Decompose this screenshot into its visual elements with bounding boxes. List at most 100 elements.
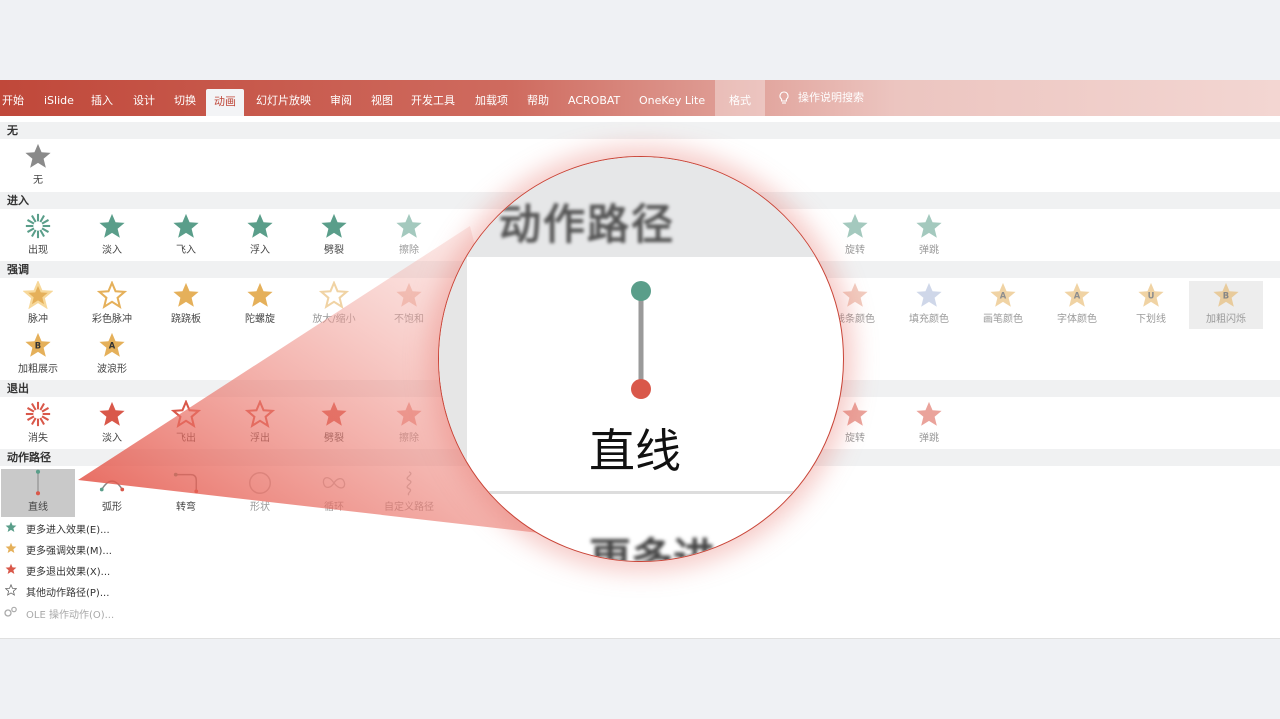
star-green-icon [25, 213, 51, 239]
magnified-more-text: 更多进 [589, 534, 716, 562]
gallery-item-label: 填充颜色 [909, 314, 949, 325]
tab-acrobat[interactable]: ACROBAT [568, 80, 620, 116]
tab-home[interactable]: 开始 [2, 80, 24, 116]
star-red-icon [4, 563, 18, 583]
gallery-item-label: 画笔颜色 [983, 314, 1023, 325]
gallery-item[interactable]: U 下划线 [1114, 281, 1188, 329]
gallery-item[interactable]: 劈裂 [297, 212, 371, 260]
tab-developer[interactable]: 开发工具 [411, 80, 455, 116]
star-green-icon [916, 213, 942, 238]
gallery-item[interactable]: 形状 [223, 469, 297, 517]
gallery-item-label: 脉冲 [28, 314, 48, 325]
gallery-item[interactable]: 弹跳 [892, 400, 966, 448]
gallery-item[interactable]: 循环 [297, 469, 371, 517]
more-emphasis-effects[interactable]: 更多强调效果(M)... [0, 542, 300, 562]
gallery-item[interactable]: 不饱和 [372, 281, 446, 329]
gallery-item[interactable]: 直线 [1, 469, 75, 517]
svg-text:B: B [1223, 291, 1229, 301]
tab-transitions[interactable]: 切换 [174, 80, 196, 116]
star-outline-icon [4, 583, 18, 604]
gallery-item[interactable]: 跷跷板 [149, 281, 223, 329]
more-exit-label: 更多退出效果(X)... [26, 567, 111, 578]
star-gold-icon [247, 282, 273, 307]
gallery-item[interactable]: A 画笔颜色 [966, 281, 1040, 329]
star-red-icon [99, 401, 125, 426]
star-green-icon [99, 213, 125, 238]
gallery-item[interactable]: 擦除 [372, 212, 446, 260]
star-green-icon [321, 213, 347, 238]
ole-action-verbs[interactable]: OLE 操作动作(O)... [0, 606, 300, 626]
tab-animations[interactable]: 动画 [206, 89, 244, 116]
gallery-item-label: 彩色脉冲 [92, 314, 132, 325]
tab-addins[interactable]: 加载项 [475, 80, 508, 116]
tell-me-search[interactable]: 操作说明搜索 [778, 80, 864, 116]
gallery-item[interactable]: 填充颜色 [892, 281, 966, 329]
gallery-item-label: 弹跳 [919, 433, 939, 444]
star-red-icon [916, 401, 942, 426]
more-entrance-effects[interactable]: 更多进入效果(E)... [0, 521, 300, 541]
magnified-left-bar [439, 257, 467, 497]
star-red-icon [396, 401, 422, 426]
gallery-item[interactable]: 消失 [1, 400, 75, 448]
gallery-item[interactable]: 飞入 [149, 212, 223, 260]
gallery-item[interactable]: 劈裂 [297, 400, 371, 448]
gallery-item[interactable]: 出现 [1, 212, 75, 260]
svg-text:A: A [109, 341, 116, 351]
gallery-item[interactable]: 转弯 [149, 469, 223, 517]
gallery-item[interactable]: 淡入 [75, 400, 149, 448]
gallery-item[interactable]: 脉冲 [1, 281, 75, 329]
more-exit-effects[interactable]: 更多退出效果(X)... [0, 563, 300, 583]
gallery-item[interactable]: 淡入 [75, 212, 149, 260]
gallery-item-label: 波浪形 [97, 364, 127, 375]
gallery-item[interactable]: 陀螺旋 [223, 281, 297, 329]
tab-islide[interactable]: iSlide [44, 80, 74, 116]
gallery-item[interactable]: A 波浪形 [75, 331, 149, 379]
gallery-item[interactable]: 彩色脉冲 [75, 281, 149, 329]
tell-me-label: 操作说明搜索 [798, 91, 864, 104]
gallery-item[interactable]: 弹跳 [892, 212, 966, 260]
star-red-icon [842, 401, 868, 426]
star-green-icon [842, 213, 868, 238]
tab-insert[interactable]: 插入 [91, 80, 113, 116]
star-red-icon [25, 401, 51, 427]
gallery-item-none[interactable]: 无 [1, 142, 75, 190]
gallery-item-label: 放大/缩小 [312, 314, 356, 325]
gallery-item[interactable]: B 加粗展示 [1, 331, 75, 379]
star-letter-icon: A [1064, 282, 1090, 307]
gallery-item-label: 跷跷板 [171, 314, 201, 325]
tab-format[interactable]: 格式 [715, 80, 765, 116]
tab-onekey-lite[interactable]: OneKey Lite [639, 80, 705, 116]
magnified-item-label: 直线 [589, 424, 681, 478]
gallery-item[interactable]: 浮出 [223, 400, 297, 448]
gallery-item[interactable]: 弧形 [75, 469, 149, 517]
gallery-item[interactable]: 擦除 [372, 400, 446, 448]
star-green-icon [4, 521, 18, 541]
gallery-item-label: 淡入 [102, 433, 122, 444]
other-motion-paths[interactable]: 其他动作路径(P)... [0, 583, 300, 604]
powerpoint-animation-gallery-screenshot: 开始 iSlide 插入 设计 切换 动画 幻灯片放映 审阅 视图 开发工具 加… [0, 0, 1280, 719]
star-gold-icon [23, 281, 53, 309]
magnifier-zoom-circle: 动作路径 直线 更多进 [438, 156, 844, 562]
gallery-item-label: 消失 [28, 433, 48, 444]
tab-design[interactable]: 设计 [133, 80, 155, 116]
gallery-item[interactable]: 浮入 [223, 212, 297, 260]
star-letter-icon: A [990, 282, 1016, 307]
gallery-item[interactable]: B 加粗闪烁 [1189, 281, 1263, 329]
tab-view[interactable]: 视图 [371, 80, 393, 116]
tab-slideshow[interactable]: 幻灯片放映 [256, 80, 311, 116]
gallery-item-label: 直线 [28, 502, 48, 513]
star-gold-icon [319, 281, 349, 309]
tab-review[interactable]: 审阅 [330, 80, 352, 116]
other-motion-paths-label: 其他动作路径(P)... [26, 588, 110, 599]
gallery-item[interactable]: A 字体颜色 [1040, 281, 1114, 329]
magnified-section-header: 动作路径 [439, 157, 843, 257]
star-gold-icon [916, 282, 942, 307]
gallery-item[interactable]: 放大/缩小 [297, 281, 371, 329]
tab-help[interactable]: 帮助 [527, 80, 549, 116]
gallery-item-label: 劈裂 [324, 433, 344, 444]
gallery-item-label: 飞出 [176, 433, 196, 444]
gallery-item[interactable]: 自定义路径 [372, 469, 446, 517]
gallery-item-label: 循环 [324, 502, 344, 513]
more-entrance-label: 更多进入效果(E)... [26, 525, 110, 536]
gallery-item[interactable]: 飞出 [149, 400, 223, 448]
